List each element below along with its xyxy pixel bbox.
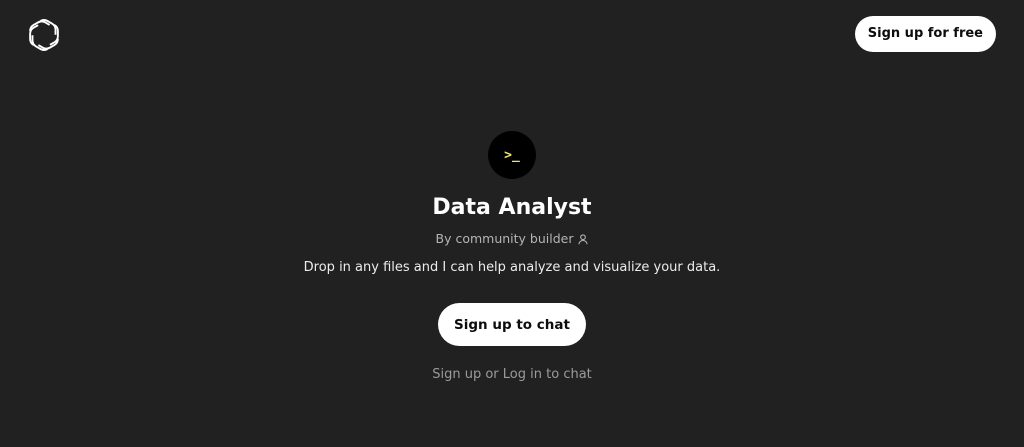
terminal-prompt-icon: >_ (504, 147, 520, 163)
person-icon (578, 233, 589, 245)
sign-up-to-chat-button[interactable]: Sign up to chat (438, 303, 586, 346)
gpt-info: >_ Data Analyst By community builder Dro… (0, 131, 1024, 383)
to-chat-text: to chat (542, 367, 592, 382)
byline-text: By community builder (435, 231, 574, 246)
sign-up-free-button[interactable]: Sign up for free (854, 16, 996, 52)
openai-logo-icon[interactable] (27, 18, 61, 52)
gpt-landing-page: Sign up for free >_ Data Analyst By comm… (0, 0, 1024, 447)
login-prompt: Sign up or Log in to chat (432, 366, 592, 383)
gpt-title: Data Analyst (432, 195, 592, 220)
gpt-description: Drop in any files and I can help analyze… (303, 260, 721, 275)
log-in-link[interactable]: Log in (503, 367, 542, 382)
gpt-byline: By community builder (436, 231, 589, 247)
gpt-avatar: >_ (488, 131, 536, 179)
sign-up-link[interactable]: Sign up (432, 367, 481, 382)
or-text: or (481, 367, 503, 382)
